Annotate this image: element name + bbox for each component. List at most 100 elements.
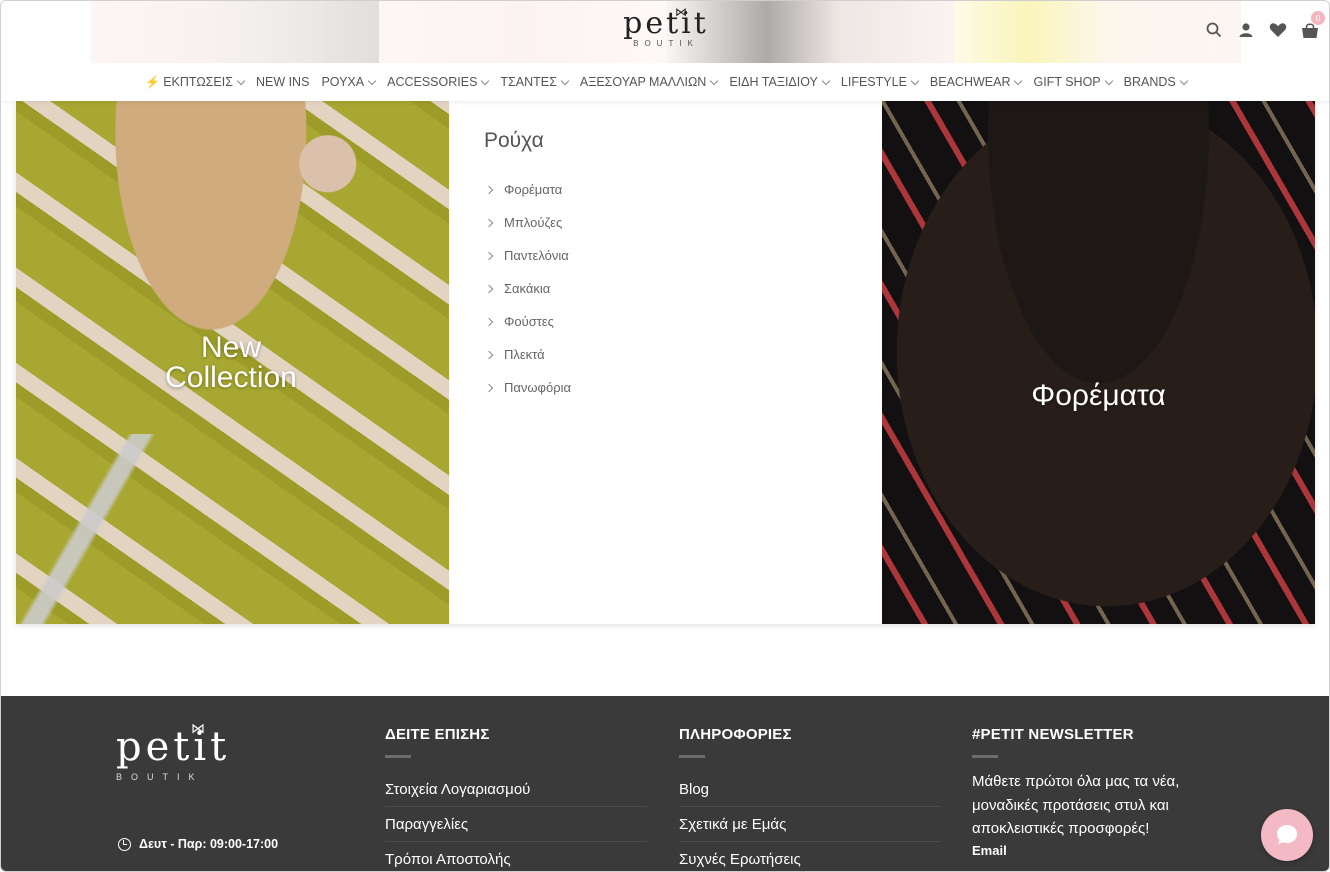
chevron-down-icon	[910, 76, 920, 85]
user-icon[interactable]	[1237, 21, 1255, 39]
clock-icon	[118, 837, 131, 851]
footer-link[interactable]: Παραγγελίες	[385, 807, 647, 842]
footer-link[interactable]: Συχνές Ερωτήσεις	[679, 842, 941, 871]
chat-bubble-icon	[1277, 825, 1297, 844]
chevron-right-icon	[484, 284, 494, 293]
nav-item-new-ins[interactable]: NEW INS	[250, 71, 315, 93]
category-label: Παντελόνια	[504, 248, 569, 263]
nav-label: ΤΣΑΝΤΕΣ	[500, 75, 557, 89]
nav-label: ΕΙΔΗ ΤΑΞΙΔΙΟΥ	[729, 75, 818, 89]
newsletter-text: Μάθετε πρώτοι όλα μας τα νέα, μοναδικές …	[972, 773, 1180, 837]
chevron-down-icon	[367, 76, 377, 85]
site-logo[interactable]: ⋈ petit BOUTIK	[611, 5, 721, 59]
category-list: Φορέματα Μπλούζες Παντελόνια Σακάκια Φού…	[484, 173, 882, 404]
category-menu: Ρούχα Φορέματα Μπλούζες Παντελόνια Σακάκ…	[449, 101, 882, 624]
nav-item-lifestyle[interactable]: LIFESTYLE	[835, 71, 924, 93]
category-title[interactable]: Ρούχα	[484, 129, 882, 153]
dresses-banner[interactable]: Φορέματα	[882, 101, 1315, 624]
search-icon[interactable]	[1205, 21, 1223, 39]
category-item-dresses[interactable]: Φορέματα	[484, 173, 882, 206]
mega-menu-panel: New Collection Ρούχα Φορέματα Μπλούζες Π…	[16, 101, 1315, 624]
chevron-right-icon	[484, 185, 494, 194]
footer-column-title: ΔΕΙΤΕ ΕΠΙΣΗΣ	[385, 726, 490, 743]
main-nav: ⚡ ΕΚΠΤΩΣΕΙΣ NEW INS ΡΟΥΧΑ ACCESSORIES ΤΣΑ…	[1, 71, 1329, 93]
nav-item-clothes[interactable]: ΡΟΥΧΑ	[315, 71, 381, 93]
category-item-trousers[interactable]: Παντελόνια	[484, 239, 882, 272]
nav-item-travel[interactable]: ΕΙΔΗ ΤΑΞΙΔΙΟΥ	[723, 71, 835, 93]
footer-link[interactable]: Τρόποι Αποστολής	[385, 842, 647, 871]
email-label: Email	[972, 842, 1007, 858]
dresses-caption: Φορέματα	[1031, 379, 1166, 412]
chevron-down-icon	[1014, 76, 1023, 85]
category-label: Πανωφόρια	[504, 380, 572, 395]
chat-button[interactable]	[1261, 809, 1313, 861]
nav-item-sales[interactable]: ⚡ ΕΚΠΤΩΣΕΙΣ	[139, 71, 250, 93]
opening-hours: Δευτ - Παρ: 09:00-17:00	[118, 837, 278, 851]
logo-word: petit	[116, 724, 231, 770]
chevron-down-icon	[236, 76, 246, 85]
nav-item-beachwear[interactable]: BEACHWEAR	[924, 71, 1028, 93]
newsletter-email-input[interactable]	[972, 859, 1240, 871]
footer-logo[interactable]: ⋈ petit BOUTIK	[116, 720, 236, 804]
bolt-icon: ⚡	[145, 75, 161, 89]
hours-text: Δευτ - Παρ: 09:00-17:00	[139, 837, 279, 851]
nav-label: BEACHWEAR	[929, 75, 1011, 89]
category-item-skirts[interactable]: Φούστες	[484, 305, 882, 338]
shopping-bag-icon[interactable]: 0	[1301, 11, 1325, 39]
nav-item-hair-accessories[interactable]: ΑΞΕΣΟΥΑΡ ΜΑΛΛΙΩΝ	[574, 71, 723, 93]
bow-icon: ⋈	[675, 5, 687, 19]
nav-item-accessories[interactable]: ACCESSORIES	[381, 71, 494, 93]
caption-line: New	[200, 331, 261, 364]
chevron-down-icon	[560, 76, 570, 85]
nav-item-bags[interactable]: ΤΣΑΝΤΕΣ	[494, 71, 573, 93]
logo-word: petit	[623, 6, 709, 41]
nav-label: ACCESSORIES	[387, 75, 478, 89]
title-divider	[972, 755, 998, 758]
bow-icon: ⋈	[191, 720, 205, 736]
title-divider	[385, 755, 411, 758]
footer-link[interactable]: Στοιχεία Λογαριασμού	[385, 772, 647, 807]
chevron-down-icon	[481, 76, 490, 85]
category-label: Σακάκια	[504, 281, 551, 296]
category-label: Πλεκτά	[504, 347, 545, 362]
chevron-down-icon	[710, 76, 719, 85]
caption-line: Collection	[165, 361, 297, 394]
category-item-jackets[interactable]: Σακάκια	[484, 272, 882, 305]
nav-label: GIFT SHOP	[1033, 75, 1101, 89]
footer-links: Στοιχεία Λογαριασμού Παραγγελίες Τρόποι …	[385, 772, 647, 871]
footer-column-title: ΠΛΗΡΟΦΟΡΙΕΣ	[679, 726, 792, 743]
chevron-right-icon	[484, 251, 494, 260]
site-footer: ⋈ petit BOUTIK Δευτ - Παρ: 09:00-17:00 Δ…	[1, 696, 1329, 871]
chevron-right-icon	[484, 383, 494, 392]
nav-item-gift-shop[interactable]: GIFT SHOP	[1027, 71, 1117, 93]
category-label: Φορέματα	[504, 182, 563, 197]
footer-column-info: ΠΛΗΡΟΦΟΡΙΕΣ Blog Σχετικά με Εμάς Συχνές …	[679, 726, 941, 871]
site-header: ⋈ petit BOUTIK 0 ⚡ ΕΚΠΤΩΣΕΙΣ NEW INS ΡΟΥΧ…	[1, 1, 1329, 101]
category-item-blouses[interactable]: Μπλούζες	[484, 206, 882, 239]
page-frame: ⋈ petit BOUTIK 0 ⚡ ΕΚΠΤΩΣΕΙΣ NEW INS ΡΟΥΧ…	[0, 0, 1330, 872]
header-icons: 0	[1205, 11, 1325, 39]
chevron-right-icon	[484, 350, 494, 359]
chevron-down-icon	[1179, 76, 1188, 85]
logo-subtitle: BOUTIK	[116, 772, 204, 782]
image-overlay	[882, 101, 1315, 624]
new-collection-caption: New Collection	[126, 333, 336, 393]
footer-link[interactable]: Σχετικά με Εμάς	[679, 807, 941, 842]
category-item-outerwear[interactable]: Πανωφόρια	[484, 371, 882, 404]
category-label: Μπλούζες	[504, 215, 563, 230]
chevron-right-icon	[484, 218, 494, 227]
nav-label: ΑΞΕΣΟΥΑΡ ΜΑΛΛΙΩΝ	[579, 75, 707, 89]
new-collection-banner[interactable]: New Collection	[16, 101, 449, 624]
chevron-down-icon	[821, 76, 831, 85]
footer-link[interactable]: Blog	[679, 772, 941, 807]
nav-label: BRANDS	[1123, 75, 1176, 89]
nav-label: ΕΚΠΤΩΣΕΙΣ	[163, 75, 233, 89]
chevron-down-icon	[1104, 76, 1113, 85]
nav-label: ΡΟΥΧΑ	[321, 75, 365, 89]
footer-column-title: #PETIT NEWSLETTER	[972, 726, 1134, 743]
heart-icon[interactable]	[1269, 21, 1287, 39]
category-item-knitwear[interactable]: Πλεκτά	[484, 338, 882, 371]
category-label: Φούστες	[504, 314, 554, 329]
footer-column-see-also: ΔΕΙΤΕ ΕΠΙΣΗΣ Στοιχεία Λογαριασμού Παραγγ…	[385, 726, 647, 871]
nav-item-brands[interactable]: BRANDS	[1118, 71, 1193, 93]
